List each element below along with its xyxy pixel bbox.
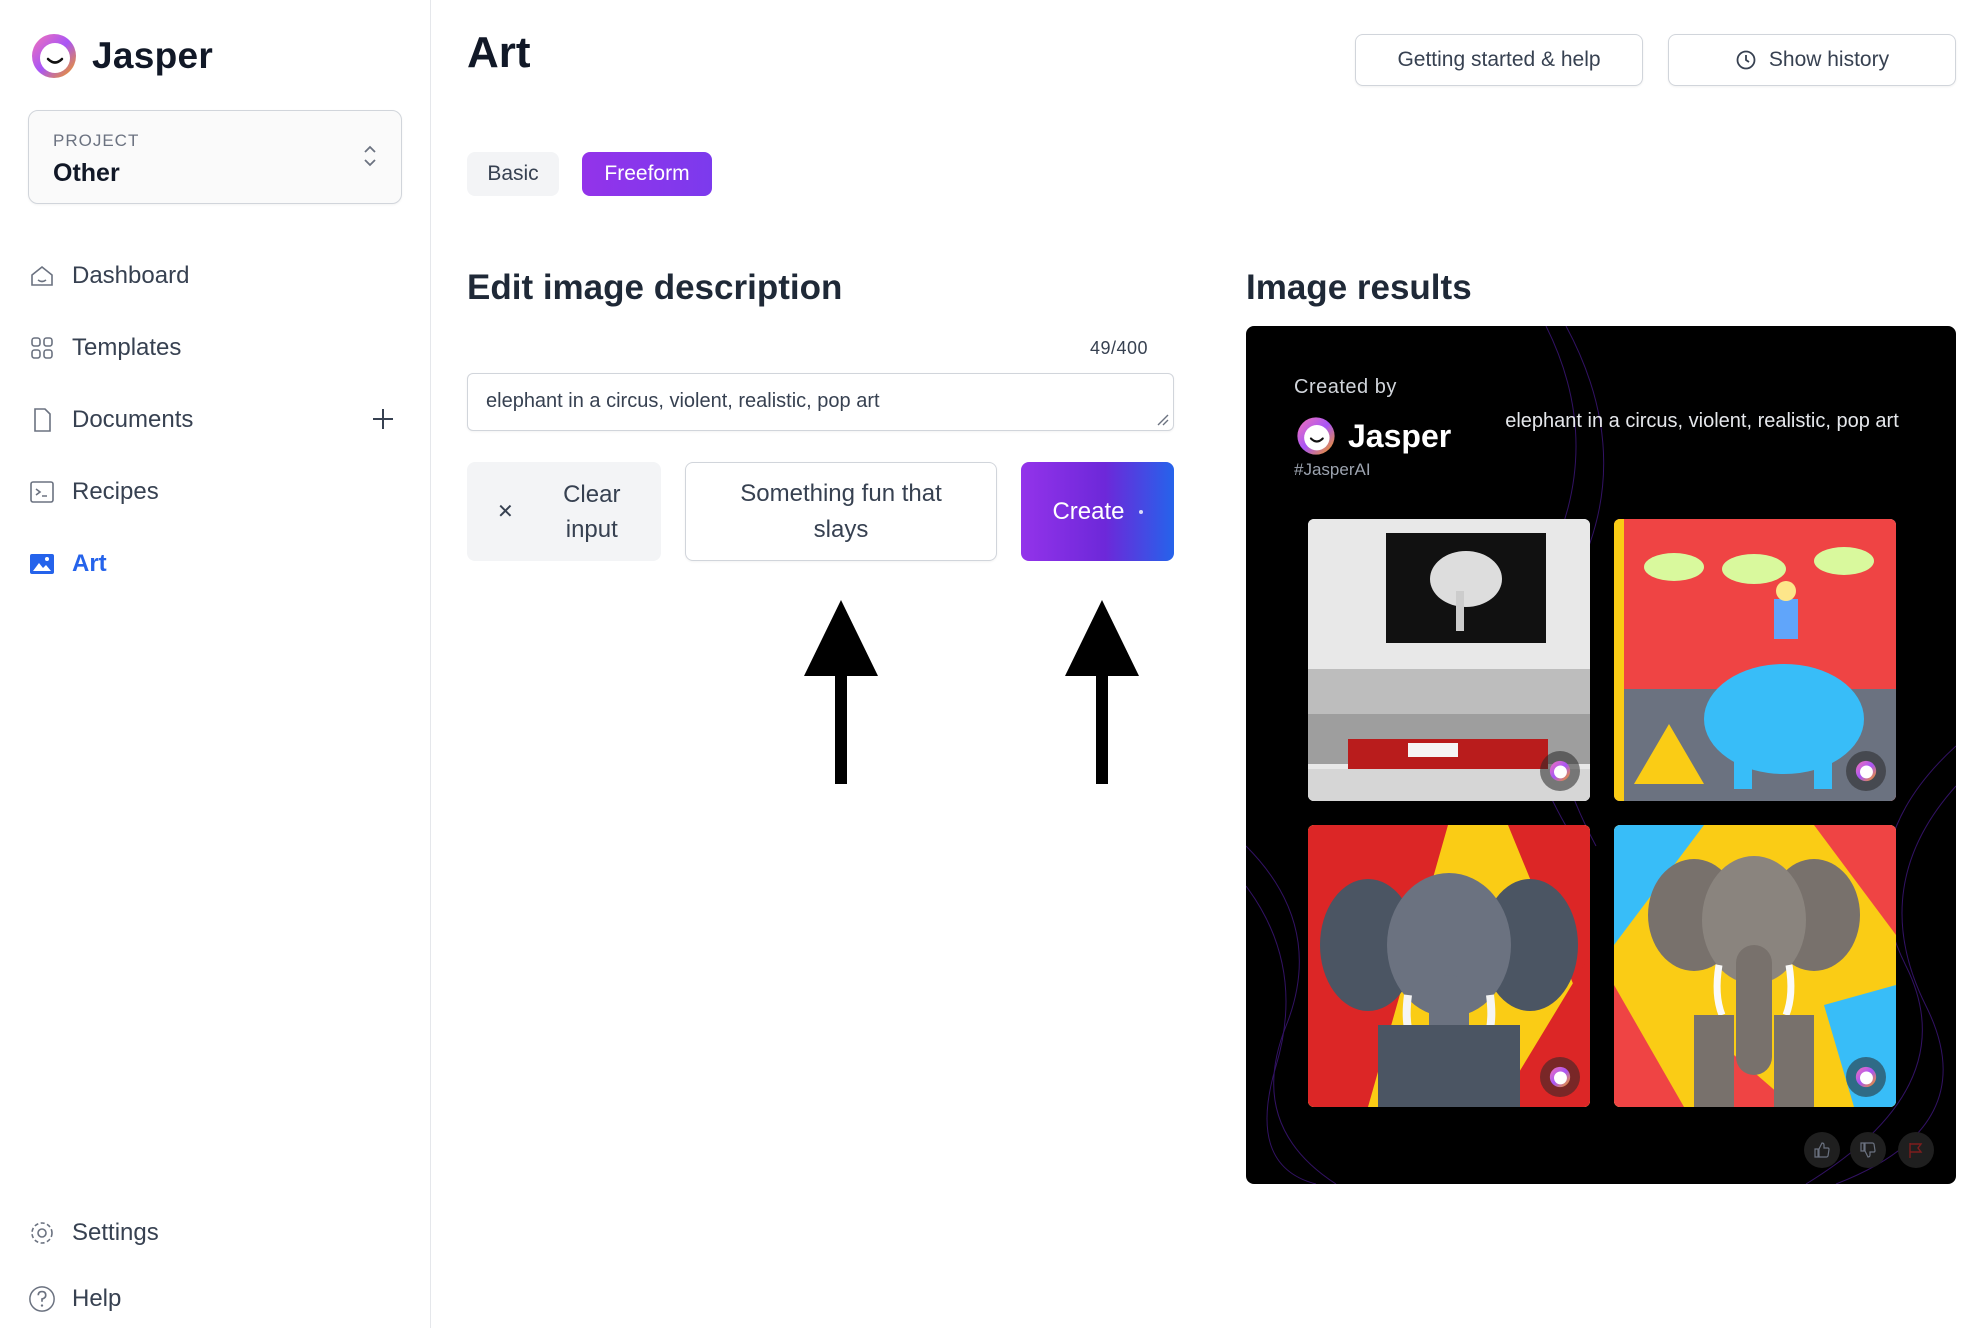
sidebar-item-label: Recipes [72, 478, 159, 505]
image-results-card: Created by Jasper #JasperAI elephant in … [1246, 326, 1956, 1184]
resize-handle-icon[interactable] [1155, 412, 1169, 426]
close-icon: ✕ [497, 501, 514, 523]
sidebar-item-documents[interactable]: Documents [28, 384, 402, 456]
card-prompt-text: elephant in a circus, violent, realistic… [1505, 410, 1899, 432]
jasper-watermark-icon [1540, 1057, 1580, 1097]
chevron-up-down-icon [364, 145, 376, 167]
character-counter: 49/400 [1090, 338, 1149, 358]
result-image-3[interactable] [1308, 825, 1590, 1107]
grid-icon [28, 334, 56, 362]
app-name: Jasper [92, 35, 214, 76]
home-icon [28, 262, 56, 290]
history-button-label: Show history [1768, 48, 1890, 71]
sidebar-item-settings[interactable]: Settings [28, 1200, 402, 1266]
thumbs-down-icon[interactable] [1850, 1132, 1886, 1168]
image-description-value: elephant in a circus, violent, realistic… [486, 390, 880, 412]
card-brand: Jasper [1348, 417, 1452, 454]
project-label: PROJECT [53, 131, 140, 150]
edit-description-title: Edit image description [467, 268, 843, 307]
create-label: Create [1052, 497, 1125, 525]
help-button-label: Getting started & help [1397, 48, 1601, 71]
clear-input-button[interactable]: ✕ Clear input [467, 462, 661, 561]
sidebar-item-templates[interactable]: Templates [28, 312, 402, 384]
annotation-arrow-icon [804, 600, 878, 784]
sidebar-item-label: Documents [72, 406, 194, 433]
getting-started-help-button[interactable]: Getting started & help [1355, 34, 1643, 86]
jasper-watermark-icon [1846, 751, 1886, 791]
sidebar-item-art[interactable]: Art [28, 528, 402, 600]
result-image-2[interactable] [1614, 519, 1896, 801]
something-fun-button[interactable]: Something fun that slays [685, 462, 997, 561]
flag-icon[interactable] [1898, 1132, 1934, 1168]
page-title: Art [467, 28, 531, 77]
app-logo[interactable]: Jasper [28, 30, 213, 82]
image-results-title: Image results [1246, 268, 1472, 307]
sidebar: Jasper PROJECT Other Dashboard Templates… [0, 0, 431, 1328]
sidebar-item-label: Settings [72, 1219, 159, 1246]
jasper-watermark-icon [1540, 751, 1580, 791]
card-logo: Jasper [1294, 414, 1451, 458]
plus-icon[interactable] [370, 406, 396, 432]
jasper-logo-icon [1297, 417, 1335, 455]
sidebar-bottom: Settings Help [28, 1200, 402, 1332]
sidebar-item-help[interactable]: Help [28, 1266, 402, 1332]
sidebar-item-label: Art [72, 550, 107, 577]
sidebar-item-dashboard[interactable]: Dashboard [28, 240, 402, 312]
result-image-1[interactable] [1308, 519, 1590, 801]
tab-basic[interactable]: Basic [467, 152, 559, 196]
thumbs-up-icon[interactable] [1804, 1132, 1840, 1168]
question-icon [28, 1285, 56, 1313]
result-image-4[interactable] [1614, 825, 1896, 1107]
annotation-arrow-icon [1065, 600, 1139, 784]
show-history-button[interactable]: Show history [1668, 34, 1956, 86]
hashtag-label: #JasperAI [1294, 460, 1371, 479]
jasper-watermark-icon [1846, 1057, 1886, 1097]
image-description-input[interactable]: elephant in a circus, violent, realistic… [467, 373, 1174, 431]
create-button[interactable]: Create [1021, 462, 1174, 561]
project-value: Other [53, 159, 120, 187]
terminal-icon [28, 478, 56, 506]
project-selector[interactable]: PROJECT Other [28, 110, 402, 204]
gear-icon [28, 1219, 56, 1247]
dot-icon [1138, 509, 1143, 514]
tab-freeform[interactable]: Freeform [582, 152, 712, 196]
document-icon [28, 406, 56, 434]
sidebar-item-label: Dashboard [72, 262, 190, 289]
clear-input-label: Clear input [563, 480, 621, 543]
sidebar-item-recipes[interactable]: Recipes [28, 456, 402, 528]
image-icon [28, 550, 56, 578]
clock-icon [1736, 50, 1756, 70]
jasper-logo-icon [32, 34, 76, 78]
sidebar-nav: Dashboard Templates Documents Recipes Ar… [28, 240, 402, 600]
sidebar-item-label: Help [72, 1285, 122, 1312]
created-by-label: Created by [1294, 376, 1397, 398]
sidebar-item-label: Templates [72, 334, 182, 361]
something-fun-label: Something fun that slays [740, 479, 942, 543]
